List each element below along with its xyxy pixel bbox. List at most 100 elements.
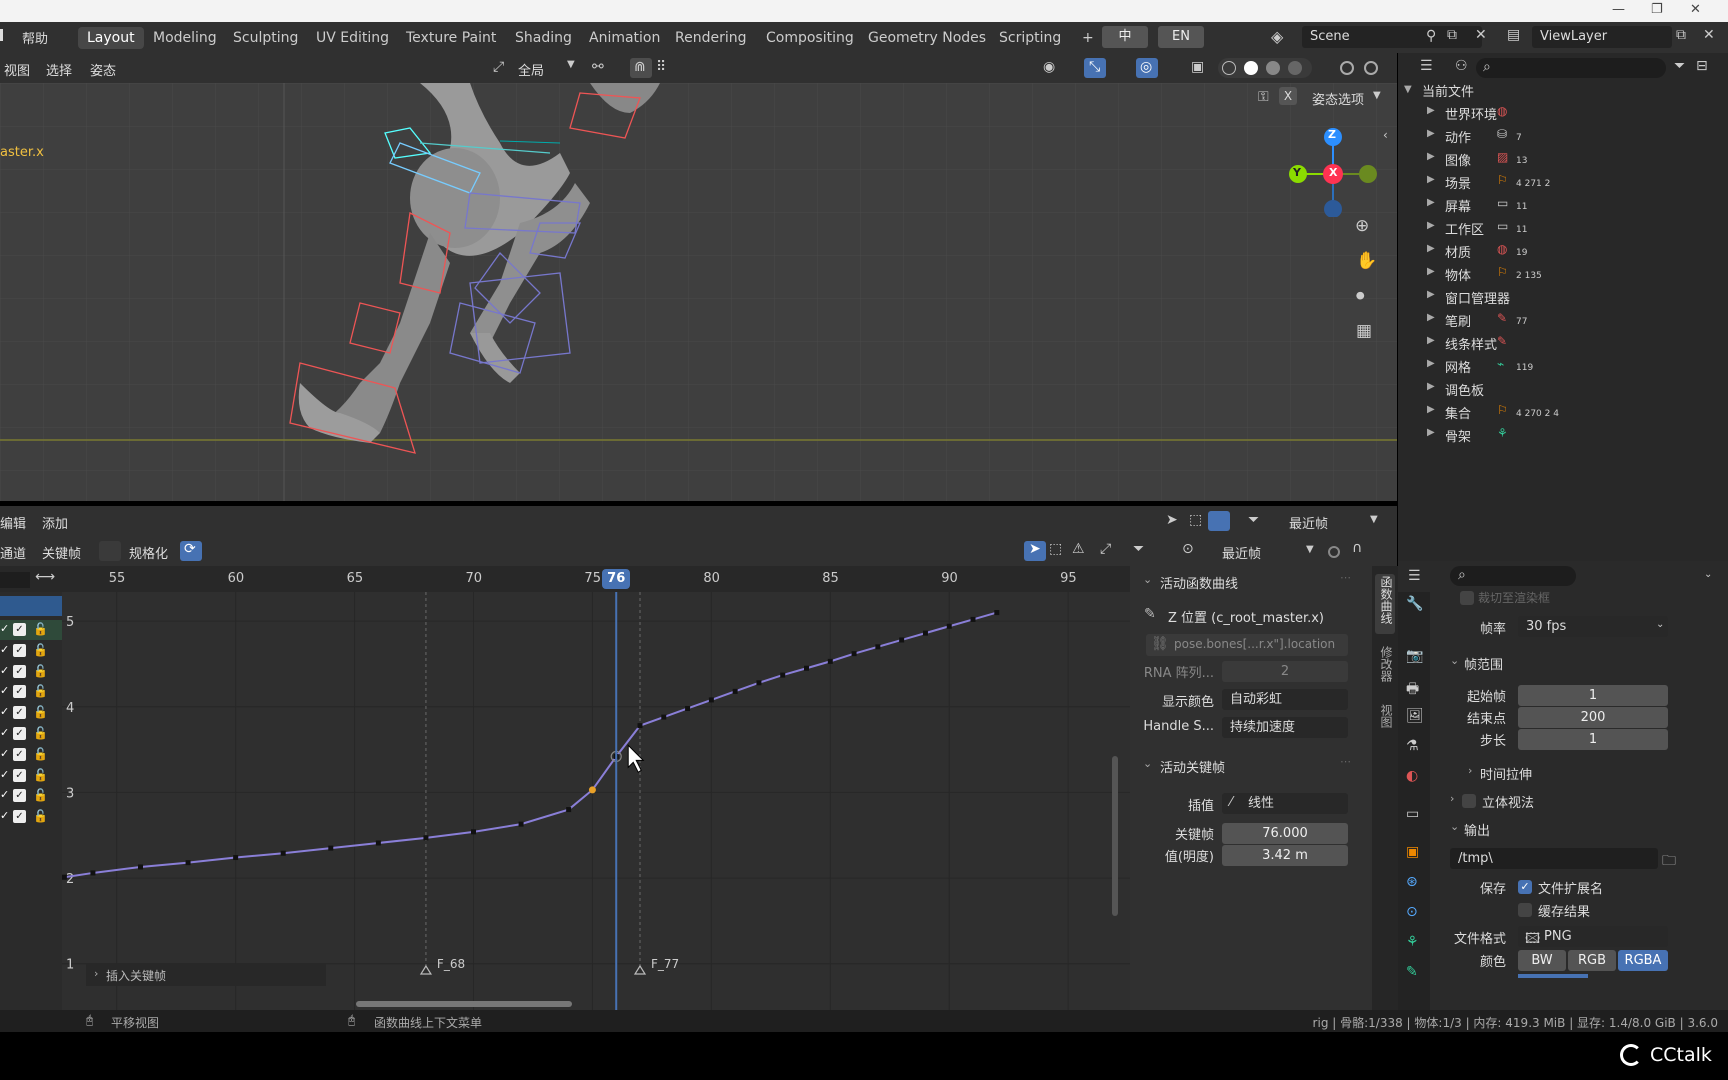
expand-icon[interactable]: ▶ <box>1427 197 1435 208</box>
workspace-tab-geometry-nodes[interactable]: Geometry Nodes <box>859 27 995 49</box>
start-frame-field[interactable]: 1 <box>1518 685 1668 706</box>
step-field[interactable]: 1 <box>1518 729 1668 750</box>
color-rgb-button[interactable]: RGB <box>1568 950 1616 971</box>
tool-icon[interactable]: 🔧 <box>1406 596 1423 612</box>
outliner-item-14[interactable]: ▶ 骨架 ⚘ <box>1398 423 1728 446</box>
channel-row[interactable]: ✓ ✓ 🔓 <box>0 745 62 765</box>
output-icon[interactable]: 🖶 <box>1406 678 1419 702</box>
filter-icon[interactable]: ⏷ <box>1133 541 1144 557</box>
pose-options-dropdown[interactable]: 姿态选项 <box>1312 89 1364 108</box>
lock-icon[interactable]: 🔓 <box>33 643 48 657</box>
xray-icon[interactable]: ▣ <box>1191 59 1204 75</box>
outliner-item-1[interactable]: ▶ 动作 ⛁ 7 <box>1398 124 1728 147</box>
collection-icon[interactable]: ▭ <box>1406 806 1419 822</box>
visibility-icon[interactable]: ✓ <box>0 809 9 822</box>
outliner-search-input[interactable] <box>1476 58 1666 78</box>
channel-enable-checkbox[interactable]: ✓ <box>13 643 26 657</box>
zoom-icon[interactable]: ⊕ <box>1355 216 1369 236</box>
close-window-icon[interactable]: ✕ <box>1690 2 1701 17</box>
chevron-down-icon[interactable]: ⌄ <box>1143 573 1152 586</box>
scene-icon[interactable]: ◈ <box>1271 27 1283 46</box>
expand-icon[interactable]: ▶ <box>1427 243 1435 254</box>
expand-icon[interactable]: ▶ <box>1427 266 1435 277</box>
workspace-tab-shading[interactable]: Shading <box>506 27 581 49</box>
proportional-edit-icon[interactable] <box>1328 546 1340 558</box>
hand-icon[interactable]: ✋ <box>1356 251 1377 271</box>
collapse-sidebar-icon[interactable]: ‹ <box>1383 128 1388 142</box>
outliner-item-5[interactable]: ▶ 工作区 ▭ 11 <box>1398 216 1728 239</box>
delete-view-layer-icon[interactable]: ✕ <box>1703 27 1715 43</box>
rendered-shading-icon[interactable] <box>1288 61 1302 75</box>
outliner-item-11[interactable]: ▶ 网格 ⌁ 119 <box>1398 354 1728 377</box>
expand-icon[interactable]: ▶ <box>1427 289 1435 300</box>
lock-icon[interactable]: 🔓 <box>33 809 48 823</box>
new-collection-icon[interactable]: ⊟ <box>1696 58 1708 74</box>
expand-icon[interactable]: ▶ <box>1427 174 1435 185</box>
fcurve-chart[interactable]: 5 4 3 2 1 F_68 F_77 <box>62 566 1130 1010</box>
visibility-icon[interactable]: ✓ <box>0 768 9 781</box>
bone-tab-icon[interactable]: ✎ <box>1406 964 1418 980</box>
channel-row[interactable]: ✓ ✓ 🔓 <box>0 703 62 723</box>
tab-modifiers[interactable]: 修改器 <box>1375 644 1395 692</box>
expand-icon[interactable]: ▶ <box>1427 335 1435 346</box>
key-value-field[interactable]: 3.42 m <box>1222 845 1348 866</box>
select-menu[interactable]: 选择 <box>46 60 72 79</box>
display-color-dropdown[interactable]: 自动彩虹 <box>1222 689 1348 710</box>
handle-smoothing-dropdown[interactable]: 持续加速度 <box>1222 717 1348 738</box>
visibility-icon[interactable]: ✓ <box>0 622 9 635</box>
time-stretch-header[interactable]: 时间拉伸 <box>1480 764 1532 783</box>
grid-icon[interactable]: ▦ <box>1356 321 1372 341</box>
snap-mode-dropdown[interactable]: 最近帧 <box>1222 543 1261 562</box>
visibility-icon[interactable]: ✓ <box>0 684 9 697</box>
channel-enable-checkbox[interactable]: ✓ <box>13 685 26 699</box>
outliner-item-13[interactable]: ▶ 集合 ⚐ 4 270 2 4 <box>1398 400 1728 423</box>
snap-target-icon[interactable]: ⠿ <box>656 59 666 75</box>
expand-icon[interactable]: ▼ <box>1404 84 1412 95</box>
editor-type-icon[interactable]: ☰ <box>1420 58 1433 74</box>
workspace-tab-modeling[interactable]: Modeling <box>144 27 226 49</box>
lock-icon[interactable]: 🔓 <box>33 705 48 719</box>
drag-handle-icon[interactable]: ⋯ <box>1340 571 1351 584</box>
outliner-item-7[interactable]: ▶ 物体 ⚐ 2 135 <box>1398 262 1728 285</box>
pivot-dropdown[interactable]: 最近帧 <box>1289 513 1328 532</box>
fit-width-icon[interactable]: ⟷ <box>35 569 55 585</box>
view-menu[interactable]: 视图 <box>4 60 30 79</box>
lock-icon[interactable]: 🔓 <box>33 684 48 698</box>
channel-enable-checkbox[interactable]: ✓ <box>13 768 26 782</box>
workspace-tab-animation[interactable]: Animation <box>580 27 669 49</box>
stereoscopy-header[interactable]: 立体视法 <box>1482 792 1534 811</box>
insert-keyframe-panel[interactable]: › 插入关键帧 <box>86 964 326 986</box>
chevron-down-icon[interactable]: ⌄ <box>1704 569 1712 580</box>
channel-enable-checkbox[interactable]: ✓ <box>13 747 26 761</box>
lasso-select-toggle[interactable] <box>1208 511 1230 531</box>
constraint-icon[interactable]: ⊛ <box>1406 874 1418 890</box>
channel-row[interactable]: ✓ ✓ 🔓 <box>0 620 62 640</box>
outliner-item-0[interactable]: ▶ 世界环境 ◍ <box>1398 101 1728 124</box>
object-icon[interactable]: ▣ <box>1406 844 1419 860</box>
channel-enable-checkbox[interactable]: ✓ <box>13 727 26 740</box>
channel-enable-checkbox[interactable]: ✓ <box>13 623 26 636</box>
channel-row[interactable]: ✓ ✓ 🔓 <box>0 641 62 661</box>
channel-menu[interactable]: 通道 <box>0 543 26 562</box>
close-x-button[interactable]: X <box>1279 87 1297 105</box>
lock-icon[interactable]: 🔓 <box>33 664 48 678</box>
display-mode-icon[interactable]: ⚇ <box>1455 58 1468 74</box>
solid-shading-icon[interactable] <box>1244 61 1258 75</box>
expand-icon[interactable]: ▶ <box>1427 151 1435 162</box>
keyframe-section-header[interactable]: 活动关键帧 <box>1160 757 1225 776</box>
lock-icon[interactable]: 🔓 <box>33 768 48 782</box>
color-bw-button[interactable]: BW <box>1518 950 1566 971</box>
channel-row[interactable]: ✓ ✓ 🔓 <box>0 682 62 702</box>
frame-ruler[interactable]: 55 60 65 70 75 80 85 90 95 76 <box>62 566 1130 592</box>
pivot-icon[interactable]: ⚯ <box>592 59 604 75</box>
lock-icon[interactable]: 🔓 <box>33 788 48 802</box>
lang-zh-button[interactable]: 中 <box>1102 26 1148 48</box>
proportional-toggle-icon[interactable] <box>1364 61 1378 75</box>
material-shading-icon[interactable] <box>1266 61 1280 75</box>
vertical-scrollbar[interactable] <box>1112 756 1118 916</box>
render-icon[interactable]: 📷 <box>1406 648 1423 664</box>
new-scene-icon[interactable]: ⧉ <box>1447 27 1457 43</box>
visibility-icon[interactable]: ✓ <box>0 788 9 801</box>
file-format-dropdown[interactable]: PNG <box>1518 926 1668 947</box>
workspace-tab-scripting[interactable]: Scripting <box>990 27 1070 49</box>
